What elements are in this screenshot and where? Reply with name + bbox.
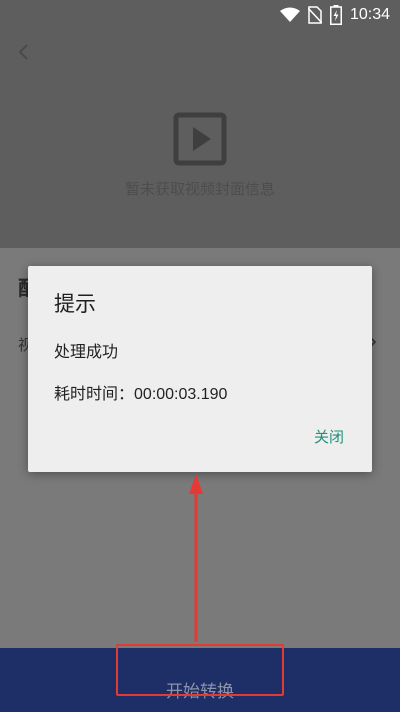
elapsed-label: 耗时时间： [54, 384, 135, 403]
annotation-arrow [189, 474, 203, 642]
cover-info-text: 暂未获取视频封面信息 [124, 180, 275, 198]
success-dialog: 提示 处理成功 耗时时间：00:00:03.190 关闭 [28, 266, 372, 472]
dialog-title: 提示 [54, 292, 96, 316]
chevron-left-icon[interactable] [14, 42, 34, 62]
video-preview-header: 暂未获取视频封面信息 [0, 30, 400, 248]
status-bar: 10:34 [0, 0, 400, 30]
elapsed-time: 耗时时间：00:00:03.190 [54, 380, 227, 404]
status-time: 10:34 [349, 6, 390, 23]
video-play-icon [173, 112, 227, 166]
dialog-message: 处理成功 [54, 342, 119, 361]
elapsed-value: 00:00:03.190 [134, 386, 228, 403]
battery-charging-icon [329, 5, 342, 25]
close-button[interactable]: 关闭 [314, 426, 344, 447]
annotation-highlight-box [116, 644, 284, 696]
status-icons: 10:34 [279, 5, 390, 25]
no-sim-icon [307, 6, 322, 24]
wifi-icon [279, 7, 300, 22]
